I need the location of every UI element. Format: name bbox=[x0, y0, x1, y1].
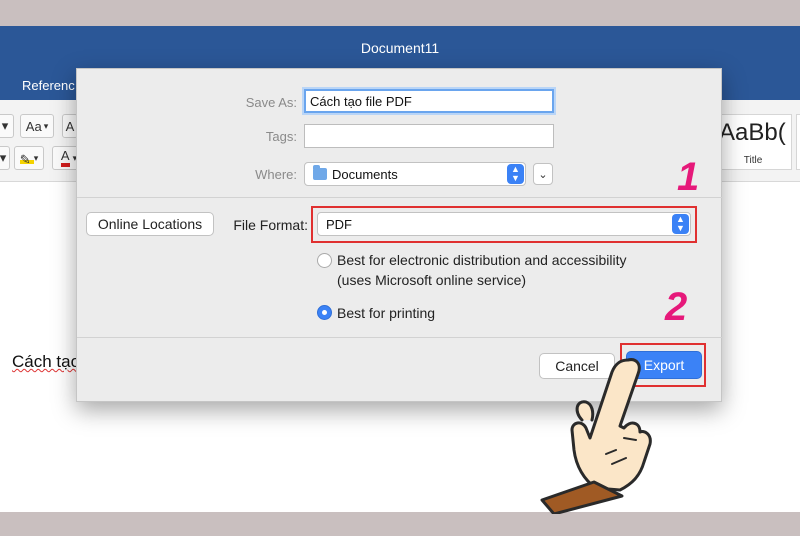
where-label: Where: bbox=[255, 167, 297, 182]
save-as-input[interactable]: Cách tạo file PDF bbox=[304, 89, 554, 113]
highlight-button[interactable]: ✎ ▾ bbox=[14, 146, 44, 170]
chevron-down-icon: ⌄ bbox=[538, 168, 548, 181]
save-dialog: Save As: Cách tạo file PDF Tags: Where: … bbox=[76, 68, 723, 402]
highlight-dropdown[interactable]: ▾ bbox=[0, 146, 10, 170]
style-name: Title bbox=[743, 155, 763, 166]
pointing-hand-icon bbox=[540, 358, 652, 514]
divider bbox=[77, 337, 723, 338]
file-format-highlight bbox=[311, 206, 697, 243]
grow-font-button[interactable]: Aa ▾ bbox=[20, 114, 54, 138]
style-next-card[interactable] bbox=[796, 114, 800, 170]
option-electronic-line1: Best for electronic distribution and acc… bbox=[337, 252, 627, 268]
popup-stepper-icon: ▲ ▼ bbox=[507, 164, 524, 184]
online-locations-button[interactable]: Online Locations bbox=[86, 212, 214, 236]
bottom-margin-band bbox=[0, 512, 800, 536]
tags-label: Tags: bbox=[265, 129, 297, 144]
chevron-down-icon: ▾ bbox=[33, 152, 39, 163]
highlighter-icon: ✎ bbox=[19, 152, 34, 167]
radio-printing[interactable] bbox=[317, 305, 332, 320]
step-1-number: 1 bbox=[677, 155, 700, 199]
font-color-label: A bbox=[60, 149, 70, 167]
tags-input[interactable] bbox=[304, 124, 554, 148]
option-printing-label: Best for printing bbox=[337, 305, 436, 321]
document-body-text[interactable]: Cách tạo bbox=[12, 352, 80, 372]
file-format-label: File Format: bbox=[233, 217, 308, 233]
top-margin-band bbox=[0, 0, 800, 26]
expand-button[interactable]: ⌄ bbox=[533, 163, 553, 185]
divider bbox=[77, 197, 723, 198]
font-size-dropdown[interactable]: ▾ bbox=[0, 114, 14, 138]
where-popup[interactable]: Documents ▲ ▼ bbox=[304, 162, 526, 186]
where-value: Documents bbox=[332, 166, 398, 182]
save-as-label: Save As: bbox=[245, 95, 297, 110]
folder-icon bbox=[313, 165, 327, 180]
chevron-down-icon: ▾ bbox=[43, 120, 49, 131]
option-electronic-line2: (uses Microsoft online service) bbox=[337, 272, 527, 288]
radio-electronic[interactable] bbox=[317, 253, 332, 268]
style-sample: AaBb( bbox=[719, 119, 786, 146]
grow-font-label: Aa bbox=[25, 118, 42, 134]
step-2-number: 2 bbox=[665, 285, 688, 329]
tab-references[interactable]: Referenc bbox=[22, 78, 75, 93]
document-title: Document11 bbox=[360, 40, 440, 56]
style-title-card[interactable]: AaBb( Title bbox=[712, 114, 792, 170]
option-electronic-label: Best for electronic distribution and acc… bbox=[337, 250, 626, 290]
